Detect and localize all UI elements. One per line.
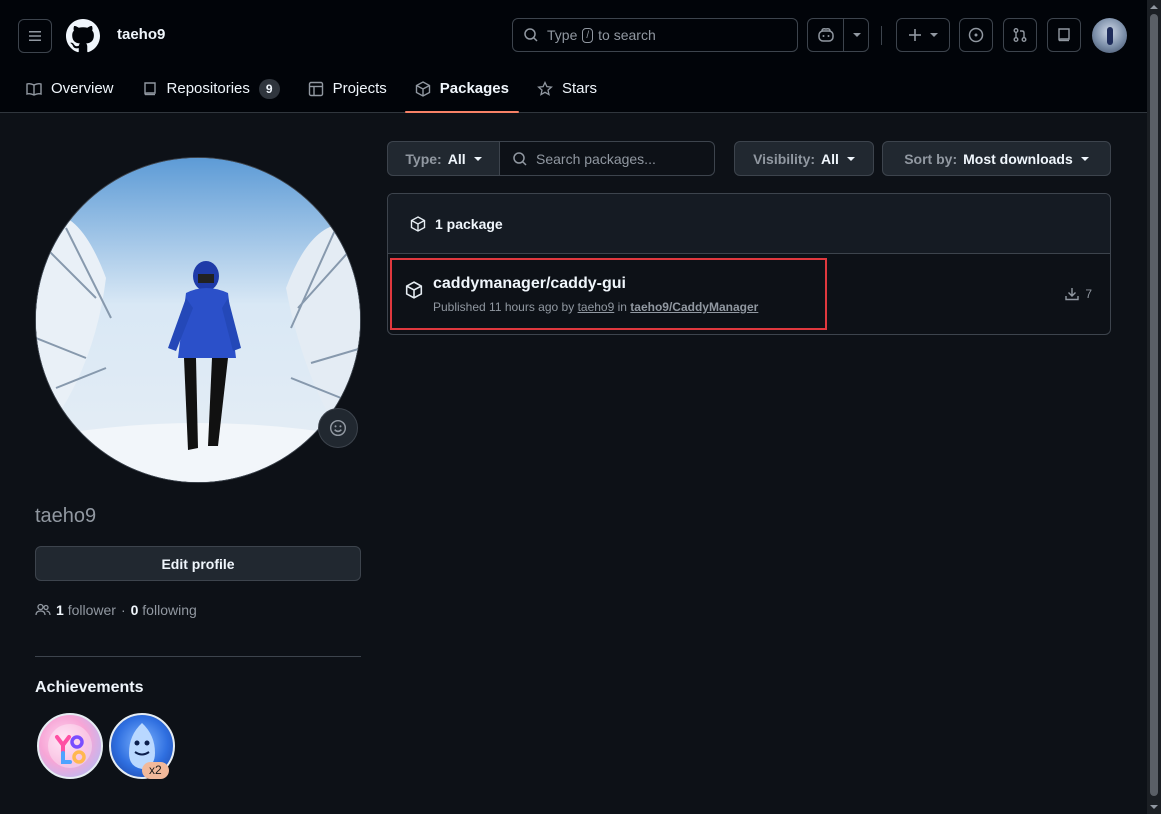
following-count: 0 xyxy=(130,602,139,618)
git-pull-request-icon xyxy=(1013,28,1027,42)
follow-stats: 1 follower · 0 following xyxy=(35,602,197,618)
chevron-down-icon xyxy=(1080,156,1089,161)
global-search-input[interactable]: Type / to search xyxy=(512,18,798,52)
people-icon xyxy=(35,603,51,616)
scroll-down-arrow-icon[interactable] xyxy=(1150,803,1158,811)
chevron-down-icon xyxy=(853,33,861,37)
visibility-filter-key: Visibility: xyxy=(753,150,816,167)
package-icon xyxy=(410,215,426,232)
profile-avatar xyxy=(35,157,361,483)
package-count: 1 package xyxy=(435,215,503,232)
profile-tabs: Overview Repositories 9 Projects Package… xyxy=(16,68,615,113)
tab-stars[interactable]: Stars xyxy=(527,68,607,109)
followers-link[interactable]: 1 follower xyxy=(56,602,116,618)
visibility-filter-dropdown[interactable]: Visibility: All xyxy=(734,141,874,176)
badge-multiplier: x2 xyxy=(142,762,169,779)
issues-button[interactable] xyxy=(959,18,993,52)
visibility-filter-value: All xyxy=(821,150,839,167)
highlight-box xyxy=(390,258,827,330)
followers-label: follower xyxy=(67,602,116,618)
search-prefix: Type xyxy=(547,27,578,43)
type-filter-value: All xyxy=(447,150,466,167)
copilot-button-group xyxy=(807,18,869,52)
packages-list-header: 1 package xyxy=(388,194,1110,254)
hamburger-icon xyxy=(29,31,41,41)
type-filter-dropdown[interactable]: Type: All xyxy=(387,141,500,176)
plus-icon xyxy=(909,29,921,41)
tab-projects[interactable]: Projects xyxy=(298,68,397,109)
repo-icon xyxy=(1058,28,1070,42)
tab-overview[interactable]: Overview xyxy=(16,68,124,109)
copilot-icon xyxy=(817,28,834,42)
search-icon xyxy=(513,151,527,166)
search-icon xyxy=(524,28,538,42)
repo-icon xyxy=(143,81,156,95)
yolo-badge-art xyxy=(48,724,92,768)
tab-label: Projects xyxy=(332,80,387,97)
copilot-button[interactable] xyxy=(808,19,843,51)
followers-count: 1 xyxy=(56,602,64,618)
tab-repositories[interactable]: Repositories 9 xyxy=(132,68,290,109)
repositories-shortcut-button[interactable] xyxy=(1047,18,1081,52)
create-new-button[interactable] xyxy=(896,18,950,52)
tab-label: Packages xyxy=(439,80,509,97)
pull-requests-button[interactable] xyxy=(1003,18,1037,52)
global-header: taeho9 Type / to search Overview Reposit… xyxy=(0,0,1147,113)
set-status-button[interactable] xyxy=(318,408,358,448)
sort-value: Most downloads xyxy=(963,150,1073,167)
scrollbar-thumb[interactable] xyxy=(1150,14,1158,796)
search-shortcut-key: / xyxy=(582,27,594,43)
type-filter-key: Type: xyxy=(405,150,442,167)
package-icon xyxy=(415,80,430,97)
chevron-down-icon xyxy=(930,33,938,37)
header-divider xyxy=(881,26,882,45)
issue-opened-icon xyxy=(968,27,984,43)
profile-username: taeho9 xyxy=(35,505,97,527)
yolo-achievement-badge[interactable] xyxy=(37,713,103,779)
tab-label: Stars xyxy=(562,80,598,97)
context-username[interactable]: taeho9 xyxy=(117,26,165,43)
search-suffix: to search xyxy=(598,27,656,43)
sidebar-divider xyxy=(35,656,361,657)
sort-key: Sort by: xyxy=(904,150,958,167)
tab-label: Repositories xyxy=(166,80,250,97)
download-count-value: 7 xyxy=(1085,287,1092,301)
download-count: 7 xyxy=(1064,286,1092,302)
scroll-up-arrow-icon[interactable] xyxy=(1150,3,1158,11)
chevron-down-icon xyxy=(473,156,482,161)
sort-dropdown[interactable]: Sort by: Most downloads xyxy=(882,141,1111,176)
following-label: following xyxy=(142,602,197,618)
search-packages-placeholder: Search packages... xyxy=(536,150,656,167)
repositories-count-badge: 9 xyxy=(258,78,280,99)
copilot-dropdown-button[interactable] xyxy=(843,19,868,51)
follow-separator: · xyxy=(120,602,126,618)
table-icon xyxy=(308,81,323,96)
chevron-down-icon xyxy=(846,156,855,161)
book-icon xyxy=(26,82,42,96)
tab-label: Overview xyxy=(51,80,114,97)
menu-button[interactable] xyxy=(18,19,52,53)
github-logo-icon[interactable] xyxy=(66,19,100,53)
download-icon xyxy=(1065,288,1080,301)
star-icon xyxy=(537,80,553,96)
edit-profile-button[interactable]: Edit profile xyxy=(35,546,361,581)
smiley-icon xyxy=(329,419,347,437)
search-packages-input[interactable]: Search packages... xyxy=(499,141,715,176)
user-avatar[interactable] xyxy=(1092,18,1127,53)
tab-packages[interactable]: Packages xyxy=(404,68,520,113)
achievements-title[interactable]: Achievements xyxy=(35,679,144,697)
profile-photo xyxy=(36,158,360,482)
following-link[interactable]: 0 following xyxy=(131,602,197,618)
